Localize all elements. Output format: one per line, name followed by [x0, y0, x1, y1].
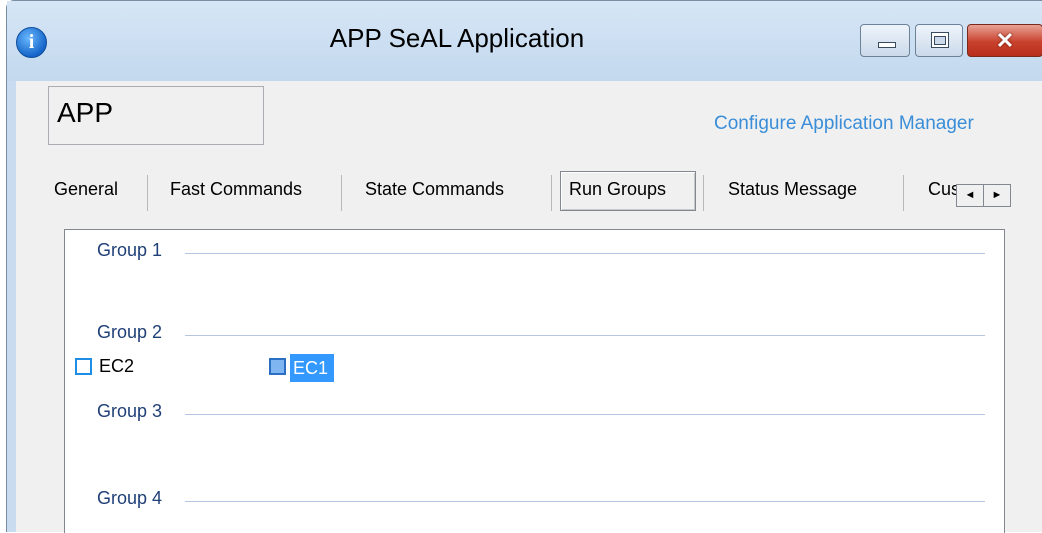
close-icon: ✕ — [995, 28, 1015, 53]
ec1-label-selected: EC1 — [290, 354, 335, 382]
tab-custom-truncated[interactable]: Cus — [928, 171, 958, 211]
tab-divider — [147, 175, 148, 211]
close-button[interactable]: ✕ — [967, 24, 1042, 57]
group-divider-line — [185, 414, 985, 415]
tab-general[interactable]: General — [54, 171, 118, 211]
run-groups-panel: Group 1 Group 2 EC2 EC1 Group 3 Group 4 — [64, 229, 1005, 533]
tab-status-message[interactable]: Status Message — [728, 171, 857, 211]
minimize-button[interactable] — [860, 24, 910, 57]
tab-scroll-buttons: ◄ ► — [956, 184, 1011, 207]
tab-run-groups[interactable]: Run Groups — [560, 171, 696, 211]
maximize-button[interactable] — [915, 24, 963, 57]
group-label: Group 3 — [97, 401, 163, 421]
title-bar[interactable]: i APP SeAL Application ✕ — [7, 1, 1042, 81]
configure-application-manager-link[interactable]: Configure Application Manager — [714, 113, 974, 135]
tab-scroll-left-button[interactable]: ◄ — [957, 185, 984, 206]
tab-scroll-right-button[interactable]: ► — [984, 185, 1010, 206]
tab-divider — [341, 175, 342, 211]
group-divider-line — [185, 501, 985, 502]
tab-divider — [551, 175, 552, 211]
group-label: Group 2 — [97, 322, 163, 342]
tab-strip: General Fast Commands State Commands Run… — [54, 171, 1042, 211]
info-icon[interactable]: i — [16, 27, 47, 58]
group-label: Group 4 — [97, 488, 163, 508]
ec2-checkbox[interactable] — [75, 358, 92, 375]
ec2-label: EC2 — [99, 356, 135, 376]
client-area: APP Configure Application Manager Genera… — [16, 81, 1042, 533]
tab-divider — [703, 175, 704, 211]
tab-state-commands[interactable]: State Commands — [365, 171, 504, 211]
maximize-icon — [931, 32, 949, 48]
app-name-field[interactable]: APP — [48, 86, 264, 145]
window-title: APP SeAL Application — [329, 23, 585, 53]
group-divider-line — [185, 335, 985, 336]
app-name-value: APP — [57, 97, 114, 128]
application-window: i APP SeAL Application ✕ APP Configure A… — [6, 0, 1042, 533]
ec1-checkbox[interactable] — [269, 358, 286, 375]
minimize-icon — [878, 42, 896, 48]
tab-fast-commands[interactable]: Fast Commands — [170, 171, 302, 211]
group-divider-line — [185, 253, 985, 254]
group-label: Group 1 — [97, 240, 163, 260]
tab-divider — [903, 175, 904, 211]
